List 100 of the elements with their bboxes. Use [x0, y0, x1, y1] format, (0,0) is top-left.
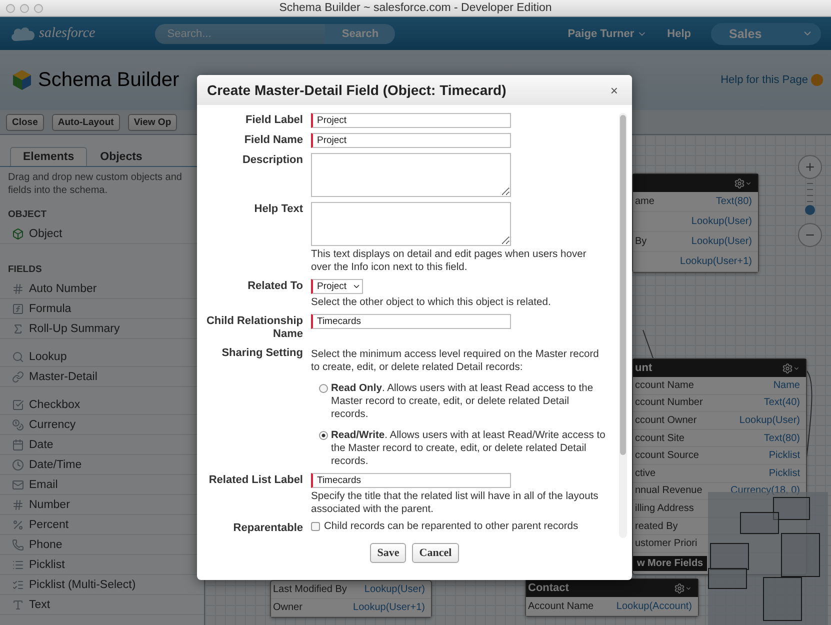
- help-text: Specify the title that the related list will have in all of the layouts associated with the parent.: [311, 490, 600, 516]
- option-text: Read/Write. Allows users with at least Read/Write access to the Master record to create, edit, or delete related Detail records.: [331, 429, 606, 468]
- field-type-icon: [12, 438, 24, 450]
- palette-item[interactable]: Text: [0, 595, 204, 615]
- field-type: Lookup(User+1): [353, 602, 425, 613]
- cloud-logo-icon: [10, 26, 36, 42]
- field-type-icon: [12, 398, 24, 410]
- field-label: Sharing Setting: [220, 346, 303, 361]
- app-menu[interactable]: Sales: [711, 22, 821, 44]
- field-name: illing Address: [635, 502, 694, 514]
- field-type: Lookup(User): [691, 236, 752, 247]
- field-label: Related To: [246, 279, 303, 294]
- more-fields-button[interactable]: w More Fields: [633, 556, 708, 571]
- checkbox-label: Child records can be reparented to other parent records: [324, 521, 578, 532]
- text-field[interactable]: Timecards: [311, 473, 511, 488]
- field-type-icon: [12, 598, 24, 610]
- zoom-out-button[interactable]: [798, 223, 822, 247]
- field-name: ctive: [635, 468, 656, 479]
- zoom-window-button[interactable]: [34, 4, 43, 13]
- field-label: Related List Label: [208, 473, 303, 488]
- field-name: ustomer Priori: [635, 538, 698, 550]
- section-heading: OBJECT: [7, 208, 48, 222]
- field-name: nnual Revenue: [635, 485, 702, 496]
- field-type-icon: [12, 498, 24, 510]
- gear-icon[interactable]: [782, 362, 800, 374]
- text-area[interactable]: [311, 202, 511, 246]
- field-label: Reparentable: [232, 521, 303, 535]
- toolbar-button[interactable]: Auto-Layout: [52, 114, 120, 130]
- section-heading: FIELDS: [7, 263, 43, 277]
- card-title: Contact: [528, 582, 569, 594]
- field-name: ccount Owner: [635, 414, 697, 426]
- field-name: ccount Name: [635, 380, 694, 391]
- field-name: ame: [635, 196, 654, 207]
- field-label: Child Relationship Name: [205, 314, 303, 341]
- field-type-icon: [12, 350, 24, 362]
- field-name: reated By: [635, 520, 678, 532]
- radio-button[interactable]: [319, 384, 328, 393]
- card-title: unt: [635, 362, 652, 374]
- object-card[interactable]: Contact Account Name Lookup(Account): [525, 578, 699, 617]
- field-type-icon: [12, 302, 24, 314]
- field-type-icon: [12, 322, 24, 334]
- gear-icon[interactable]: [734, 178, 752, 188]
- field-name: By: [635, 236, 647, 247]
- select-field[interactable]: Project: [311, 279, 363, 294]
- sidebar-tab[interactable]: Objects: [87, 147, 156, 166]
- field-label: Help Text: [253, 202, 303, 217]
- field-type-icon: [12, 418, 24, 430]
- window-title: Schema Builder ~ salesforce.com - Developer Edition: [279, 2, 552, 14]
- text-field[interactable]: Timecards: [311, 314, 511, 329]
- field-type-icon: [12, 518, 24, 530]
- field-type: Lookup(User+1): [680, 256, 752, 267]
- help-icon: [811, 74, 823, 86]
- plus-icon: [804, 161, 816, 173]
- user-menu[interactable]: Paige Turner: [568, 28, 648, 40]
- sidebar-tab[interactable]: Elements: [10, 147, 88, 166]
- minimize-window-button[interactable]: [20, 4, 29, 13]
- help-text: Select the minimum access level required on the Master record to create, edit, or delete related Detail records:: [311, 348, 600, 374]
- dialog-button[interactable]: Save: [370, 543, 406, 563]
- object-card[interactable]: Last Modified By Lookup(User) Owner Lookup(User+1): [270, 580, 432, 618]
- zoom-slider-thumb[interactable]: [805, 205, 815, 216]
- zoom-in-button[interactable]: [798, 155, 822, 179]
- field-type: Text(80): [716, 196, 752, 207]
- field-type: Name: [773, 380, 800, 391]
- toolbar-button[interactable]: View Op: [128, 114, 178, 130]
- field-type: Text(80): [764, 432, 800, 444]
- scrollbar[interactable]: [619, 113, 627, 538]
- field-type: Lookup(User): [739, 414, 800, 426]
- field-type-icon: [12, 538, 24, 550]
- field-label: Field Name: [243, 133, 303, 148]
- field-name: Account Name: [528, 600, 594, 612]
- page-title: Schema Builder: [38, 68, 180, 92]
- field-type: Lookup(Account): [616, 600, 692, 612]
- option-text: Read Only. Allows users with at least Read access to the Master record to create, edit, or delete related Detail records.: [331, 382, 594, 421]
- help-link[interactable]: Help: [667, 28, 691, 40]
- logo-text: salesforce: [39, 26, 96, 42]
- object-card[interactable]: ame Text(80) Lookup(User) By Lookup(User) Lookup(User+1): [632, 173, 759, 273]
- text-field[interactable]: Project: [311, 133, 511, 148]
- text-area[interactable]: [311, 153, 511, 197]
- field-name: ccount Number: [635, 397, 703, 408]
- close-window-button[interactable]: [6, 4, 15, 13]
- field-name: Owner: [273, 602, 302, 613]
- field-type: Picklist: [768, 450, 800, 462]
- field-type-icon: [12, 458, 24, 470]
- caret-icon: [352, 282, 361, 291]
- help-page-link[interactable]: Help for this Page: [720, 74, 823, 86]
- field-type-icon: [12, 282, 24, 294]
- field-type: Lookup(User): [691, 216, 752, 227]
- toolbar-button[interactable]: Close: [6, 114, 44, 130]
- close-button[interactable]: ×: [608, 82, 620, 98]
- field-type: Lookup(User): [364, 584, 425, 595]
- field-label: Field Label: [244, 113, 303, 128]
- radio-button[interactable]: [319, 431, 328, 440]
- help-text: This text displays on detail and edit pages when users hover over the Info icon next to this field.: [311, 248, 588, 274]
- checkbox[interactable]: [311, 522, 320, 531]
- field-name: ccount Site: [635, 432, 684, 444]
- dialog-title: Create Master-Detail Field (Object: Timecard): [207, 82, 506, 98]
- dialog-button[interactable]: Cancel: [412, 543, 459, 563]
- gear-icon[interactable]: [674, 582, 692, 594]
- text-field[interactable]: Project: [311, 113, 511, 128]
- field-name: ccount Source: [635, 450, 699, 462]
